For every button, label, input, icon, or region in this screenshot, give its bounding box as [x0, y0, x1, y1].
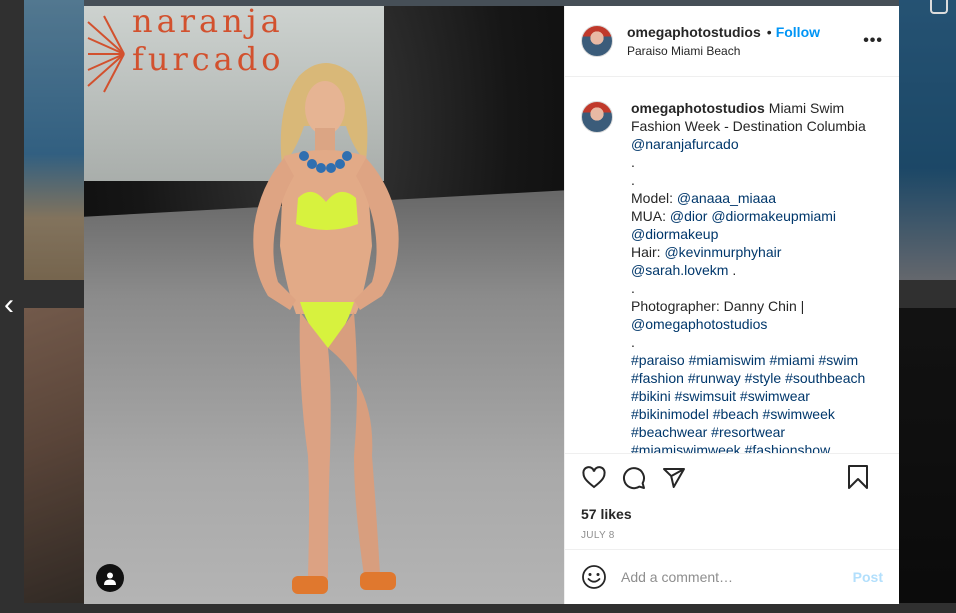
location-link[interactable]: Paraiso Miami Beach: [627, 44, 820, 58]
caption-mention[interactable]: @diormakeup: [631, 225, 871, 243]
caption-hashtags[interactable]: #bikini #swimsuit #swimwear: [631, 387, 871, 405]
caption-username-link[interactable]: omegaphotostudios: [631, 100, 765, 116]
comment-input[interactable]: [621, 569, 853, 585]
post-photo[interactable]: naranja furcado: [84, 6, 564, 604]
separator-dot: •: [766, 24, 772, 40]
caption-area: omegaphotostudios Miami Swim Fashion Week…: [565, 77, 899, 453]
caption-line: .: [631, 280, 635, 296]
caption-line: MUA: @dior @diormakeupmiami: [631, 207, 871, 225]
background-tile-portrait: [24, 308, 84, 603]
post-modal: naranja furcado omegaphotostudios • Foll…: [84, 6, 899, 604]
header-line: omegaphotostudios • Follow: [627, 24, 820, 40]
tagged-users-button[interactable]: [96, 564, 124, 592]
post-comment-button[interactable]: Post: [853, 569, 883, 585]
runway-model: [253, 62, 399, 594]
caption-line: .: [631, 334, 635, 350]
caption-line: Hair: @kevinmurphyhair: [631, 243, 871, 261]
comment-icon: [623, 467, 645, 490]
caption-line: .: [631, 172, 635, 188]
caption-avatar[interactable]: [581, 101, 613, 133]
post-actions: 57 likes JULY 8: [565, 453, 899, 549]
caption-line: @sarah.lovekm .: [631, 261, 871, 279]
caption-label: .: [728, 262, 737, 278]
caption-hashtags[interactable]: #miamiswimweek #fashionshow: [631, 441, 871, 453]
post-side-panel: omegaphotostudios • Follow Paraiso Miami…: [564, 6, 899, 604]
caption-hashtags[interactable]: #fashion #runway #style #southbeach: [631, 369, 871, 387]
bookmark-icon: [848, 465, 868, 489]
post-date: JULY 8: [581, 530, 615, 541]
background-tile-beach: [24, 0, 84, 280]
caption-mention[interactable]: @omegaphotostudios: [631, 315, 871, 333]
caption-mention[interactable]: @anaaa_miaaa: [677, 190, 776, 206]
caption-hashtags[interactable]: #beachwear #resortwear: [631, 423, 871, 441]
caption-line: Model: @anaaa_miaaa: [631, 189, 871, 207]
save-button[interactable]: [845, 464, 871, 490]
background-tile-pool: [899, 0, 956, 280]
caption-line: Photographer: Danny Chin |: [631, 298, 805, 314]
brand-sun-logo: [87, 15, 125, 93]
likes-count[interactable]: 57 likes: [581, 506, 883, 522]
multiple-posts-icon: [930, 0, 948, 14]
chevron-left-icon: ‹: [4, 288, 14, 321]
share-button[interactable]: [661, 465, 687, 491]
caption-label: MUA:: [631, 208, 670, 224]
avatar[interactable]: [581, 25, 613, 57]
caption-line: .: [631, 154, 635, 170]
caption-first-line: omegaphotostudios Miami Swim: [631, 99, 871, 117]
caption-label: Hair:: [631, 244, 665, 260]
background-tile-dark: [899, 308, 956, 603]
more-options-icon[interactable]: •••: [863, 32, 883, 50]
caption-line: Miami Swim: [768, 100, 845, 116]
smiley-icon[interactable]: [581, 564, 607, 590]
caption-text: omegaphotostudios Miami Swim Fashion Week…: [631, 99, 871, 453]
caption-label: Model:: [631, 190, 677, 206]
caption-hashtags[interactable]: #paraiso #miamiswim #miami #swim: [631, 351, 871, 369]
caption-line: Fashion Week - Destination Columbia: [631, 118, 866, 134]
like-button[interactable]: [581, 465, 607, 491]
heart-icon: [582, 466, 606, 489]
comment-button[interactable]: [621, 465, 647, 491]
previous-post-button[interactable]: ‹: [0, 290, 18, 322]
action-row: [581, 464, 883, 492]
follow-button[interactable]: Follow: [776, 24, 820, 40]
username-link[interactable]: omegaphotostudios: [627, 24, 761, 40]
caption-mention[interactable]: @sarah.lovekm: [631, 262, 728, 278]
post-header: omegaphotostudios • Follow Paraiso Miami…: [565, 6, 899, 77]
paper-plane-icon: [663, 468, 685, 488]
caption-hashtags[interactable]: #bikinimodel #beach #swimweek: [631, 405, 871, 423]
caption-mention[interactable]: @dior @diormakeupmiami: [670, 208, 836, 224]
comment-bar: Post: [565, 549, 899, 604]
caption-mention[interactable]: @kevinmurphyhair: [664, 244, 781, 260]
user-icon: [104, 572, 116, 585]
caption-mention[interactable]: @naranjafurcado: [631, 135, 871, 153]
header-text: omegaphotostudios • Follow Paraiso Miami…: [627, 24, 820, 58]
